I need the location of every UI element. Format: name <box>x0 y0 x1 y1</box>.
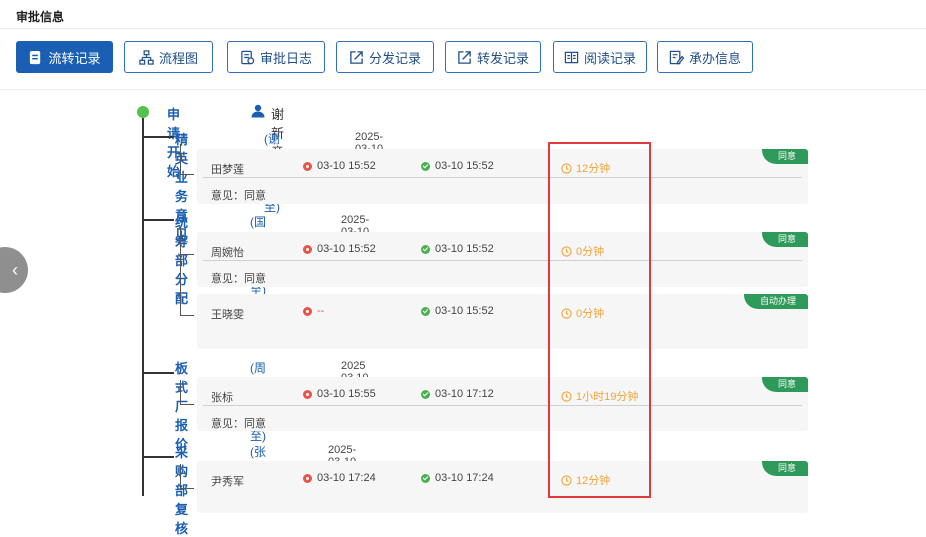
received-time: 03-10 15:55 <box>303 388 376 400</box>
handler-name: 周婉怡 <box>211 247 244 259</box>
record-connector <box>180 380 181 404</box>
done-time-text: 03-10 17:12 <box>435 388 494 400</box>
stage-connector <box>142 136 174 138</box>
flowchart-icon <box>139 49 154 65</box>
content-divider <box>0 89 926 90</box>
tab-approval-log[interactable]: 审批日志 <box>227 41 325 73</box>
record-connector <box>180 404 194 405</box>
stage-connector <box>142 372 174 374</box>
done-time-text: 03-10 15:52 <box>435 243 494 255</box>
status-badge: 同意 <box>761 377 808 392</box>
tab-label: 承办信息 <box>688 50 741 66</box>
record-connector <box>180 315 194 316</box>
received-time-text: 03-10 17:24 <box>317 472 376 484</box>
header-divider <box>0 28 926 29</box>
check-icon <box>421 244 430 254</box>
log-icon <box>241 50 255 64</box>
tab-label: 审批日志 <box>259 50 312 66</box>
done-time: 03-10 15:52 <box>421 243 494 255</box>
tab-label: 流程图 <box>158 50 198 66</box>
record-connector <box>180 254 194 255</box>
done-time: 03-10 17:24 <box>421 472 494 484</box>
done-time: 03-10 15:52 <box>421 305 494 317</box>
received-time-text: -- <box>317 305 325 317</box>
card-divider <box>203 260 802 261</box>
handler-name: 王晓雯 <box>211 309 244 321</box>
handler-name: 尹秀军 <box>211 476 244 488</box>
received-time: 03-10 15:52 <box>303 160 376 172</box>
distribute-icon <box>350 50 363 64</box>
undertake-icon <box>669 50 684 64</box>
received-time: 03-10 17:24 <box>303 472 376 484</box>
duration-highlight-box <box>548 142 651 498</box>
done-time: 03-10 17:12 <box>421 388 494 400</box>
record-connector <box>180 464 181 488</box>
record-card: 同意 张标 03-10 15:55 03-10 17:12 1小时19分钟 意见… <box>197 377 808 431</box>
start-dot <box>137 106 149 118</box>
record-card: 同意 周婉怡 03-10 15:52 03-10 15:52 0分钟 意见：同意 <box>197 232 808 287</box>
record-connector <box>180 144 181 174</box>
eye-icon <box>303 389 312 399</box>
card-divider <box>203 405 802 406</box>
stage-connector <box>142 219 174 221</box>
read-icon <box>564 51 579 63</box>
record-connector <box>180 227 181 315</box>
tab-distribute-record[interactable]: 分发记录 <box>336 41 434 73</box>
handler-name: 张标 <box>211 392 233 404</box>
tab-flowchart[interactable]: 流程图 <box>124 41 213 73</box>
stage-title: 采购部复核 <box>175 445 189 536</box>
done-time-text: 03-10 17:24 <box>435 472 494 484</box>
tab-label: 分发记录 <box>368 50 421 66</box>
opinion-text: 意见：同意 <box>211 273 266 285</box>
tab-label: 阅读记录 <box>583 50 636 66</box>
opinion-text: 意见：同意 <box>211 418 266 430</box>
tab-flow-record[interactable]: 流转记录 <box>16 41 113 73</box>
received-time: -- <box>303 305 324 317</box>
back-button[interactable]: ‹ <box>0 247 28 293</box>
tab-undertake-info[interactable]: 承办信息 <box>657 41 753 73</box>
tab-label: 流转记录 <box>48 50 101 66</box>
user-icon <box>251 104 265 118</box>
eye-icon <box>303 306 312 316</box>
handler-name: 田梦莲 <box>211 164 244 176</box>
record-connector <box>180 488 194 489</box>
received-time-text: 03-10 15:52 <box>317 243 376 255</box>
eye-icon <box>303 161 312 171</box>
check-icon <box>421 306 430 316</box>
stage-title: 板式厂报价 <box>175 361 189 452</box>
check-icon <box>421 389 430 399</box>
record-connector <box>180 174 194 175</box>
check-icon <box>421 473 430 483</box>
received-time-text: 03-10 15:55 <box>317 388 376 400</box>
done-time: 03-10 15:52 <box>421 160 494 172</box>
stage-connector <box>142 456 174 458</box>
check-icon <box>421 161 430 171</box>
flow-record-icon <box>30 50 41 64</box>
status-badge: 同意 <box>761 232 808 247</box>
header-title: 审批信息 <box>16 10 65 24</box>
stage-title: 统筹部分配 <box>175 215 189 306</box>
tab-read-record[interactable]: 阅读记录 <box>553 41 647 73</box>
tab-label: 转发记录 <box>476 50 529 66</box>
received-time: 03-10 15:52 <box>303 243 376 255</box>
received-time-text: 03-10 15:52 <box>317 160 376 172</box>
timeline-spine <box>142 118 144 496</box>
forward-icon <box>458 50 471 64</box>
status-badge: 同意 <box>761 461 808 476</box>
status-badge: 同意 <box>761 149 808 164</box>
tab-forward-record[interactable]: 转发记录 <box>445 41 541 73</box>
record-card: 同意 田梦莲 03-10 15:52 03-10 15:52 12分钟 意见：同… <box>197 149 808 204</box>
chevron-left-icon: ‹ <box>12 259 18 280</box>
eye-icon <box>303 473 312 483</box>
card-divider <box>203 177 802 178</box>
eye-icon <box>303 244 312 254</box>
status-badge: 自动办理 <box>743 294 808 309</box>
record-card: 自动办理 王晓雯 -- 03-10 15:52 0分钟 <box>197 294 808 349</box>
record-card: 同意 尹秀军 03-10 17:24 03-10 17:24 12分钟 <box>197 461 808 513</box>
opinion-text: 意见：同意 <box>211 190 266 202</box>
done-time-text: 03-10 15:52 <box>435 160 494 172</box>
done-time-text: 03-10 15:52 <box>435 305 494 317</box>
